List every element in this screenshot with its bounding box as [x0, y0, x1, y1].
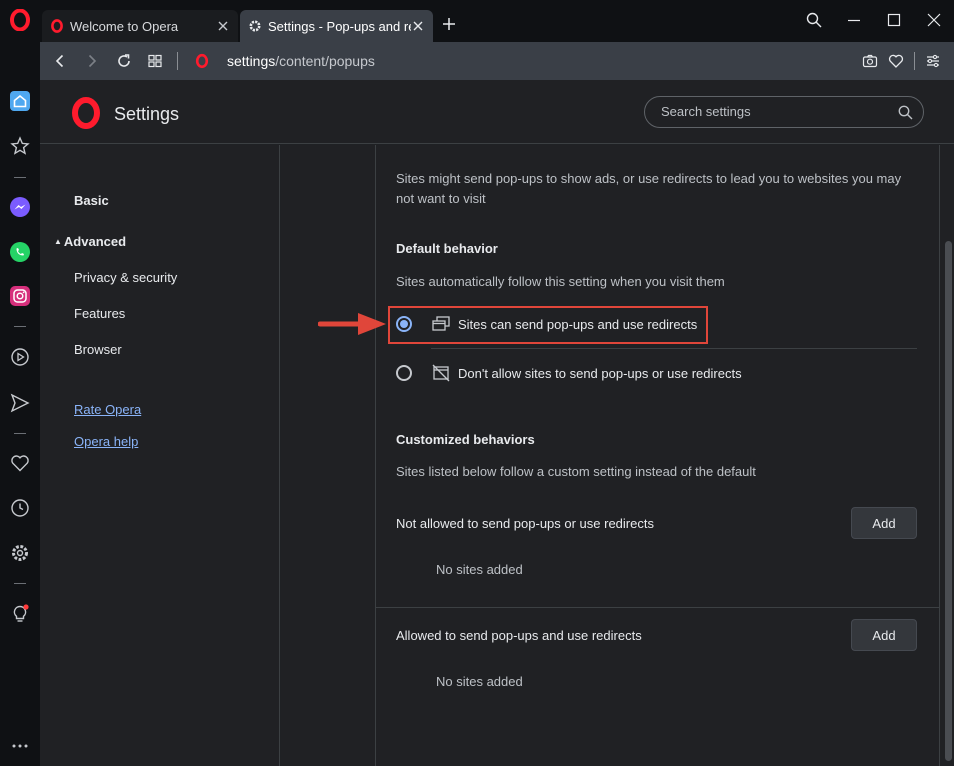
address-bar: settings/content/popups — [40, 42, 954, 80]
nav-features[interactable]: Features — [74, 306, 125, 321]
customized-behaviors-description: Sites listed below follow a custom setti… — [396, 464, 756, 479]
allowed-label: Allowed to send pop-ups and use redirect… — [396, 628, 642, 643]
popups-card — [375, 145, 940, 766]
settings-content: Sites might send pop-ups to show ads, or… — [281, 145, 954, 766]
close-tab-icon[interactable] — [216, 19, 230, 33]
tab-welcome[interactable]: Welcome to Opera — [42, 10, 238, 42]
tab-title: Welcome to Opera — [70, 18, 179, 34]
settings-nav: Basic ▲ Advanced Privacy & security Featu… — [40, 145, 280, 766]
sidebar-divider — [14, 433, 26, 434]
scrollbar-thumb[interactable] — [945, 241, 952, 761]
opera-help-link[interactable]: Opera help — [74, 434, 138, 449]
search-icon[interactable] — [898, 105, 913, 120]
lightbulb-icon[interactable] — [9, 603, 31, 625]
nav-privacy-security[interactable]: Privacy & security — [74, 270, 177, 285]
default-behavior-description: Sites automatically follow this setting … — [396, 274, 725, 289]
url-host: settings — [227, 53, 276, 69]
instagram-icon[interactable] — [9, 285, 31, 307]
snapshot-icon[interactable] — [862, 53, 878, 69]
history-clock-icon[interactable] — [9, 497, 31, 519]
add-not-allowed-button[interactable]: Add — [851, 507, 917, 539]
rate-opera-link[interactable]: Rate Opera — [74, 402, 141, 417]
settings-gear-icon[interactable] — [9, 542, 31, 564]
allowed-empty: No sites added — [436, 674, 523, 689]
bookmark-heart-icon[interactable] — [888, 53, 904, 69]
browser-sidebar — [0, 42, 40, 766]
nav-advanced-label: Advanced — [63, 234, 127, 249]
section-divider — [376, 607, 939, 608]
url-field[interactable]: settings/content/popups — [227, 53, 375, 69]
default-behavior-heading: Default behavior — [396, 241, 498, 256]
title-bar: Welcome to Opera Settings - Pop-ups and … — [0, 0, 954, 42]
search-input[interactable] — [661, 104, 881, 119]
home-icon[interactable] — [9, 90, 31, 112]
not-allowed-empty: No sites added — [436, 562, 523, 577]
send-icon[interactable] — [9, 392, 31, 414]
address-separator — [914, 52, 915, 70]
opera-site-icon[interactable] — [194, 53, 210, 69]
forward-icon[interactable] — [84, 53, 100, 69]
messenger-icon[interactable] — [9, 196, 31, 218]
opera-menu-icon[interactable] — [9, 9, 31, 31]
whatsapp-icon[interactable] — [9, 241, 31, 263]
star-icon[interactable] — [9, 135, 31, 157]
tab-title: Settings - Pop-ups and redirects — [268, 18, 411, 34]
tab-grid-icon[interactable] — [147, 53, 163, 69]
option-divider — [431, 348, 917, 349]
sidebar-divider — [14, 177, 26, 178]
add-allowed-button[interactable]: Add — [851, 619, 917, 651]
address-separator — [177, 52, 178, 70]
maximize-icon[interactable] — [886, 12, 902, 28]
popups-description: Sites might send pop-ups to show ads, or… — [396, 171, 902, 206]
not-allowed-label: Not allowed to send pop-ups or use redir… — [396, 516, 654, 531]
search-tabs-icon[interactable] — [806, 12, 822, 28]
gear-icon — [249, 20, 261, 32]
annotation-arrow-icon — [318, 313, 386, 335]
option-block-label[interactable]: Don't allow sites to send pop-ups or use… — [458, 366, 742, 381]
content-scrollbar[interactable] — [943, 145, 954, 766]
back-icon[interactable] — [52, 53, 68, 69]
close-tab-icon[interactable] — [411, 19, 425, 33]
opera-logo-icon — [72, 97, 100, 129]
reload-icon[interactable] — [116, 53, 132, 69]
url-path: /content/popups — [275, 53, 375, 69]
radio-block-popups[interactable] — [396, 365, 412, 381]
annotation-highlight-box — [388, 306, 708, 344]
customized-behaviors-heading: Customized behaviors — [396, 432, 535, 447]
sidebar-divider — [14, 326, 26, 327]
minimize-icon[interactable] — [846, 12, 862, 28]
page-title: Settings — [114, 104, 180, 124]
close-window-icon[interactable] — [926, 12, 942, 28]
nav-advanced[interactable]: ▲ Advanced — [54, 234, 126, 249]
player-icon[interactable] — [9, 346, 31, 368]
nav-basic[interactable]: Basic — [74, 193, 109, 208]
nav-browser[interactable]: Browser — [74, 342, 122, 357]
easy-setup-icon[interactable] — [925, 53, 941, 69]
sidebar-divider — [14, 583, 26, 584]
settings-header: Settings — [40, 80, 954, 144]
new-tab-icon[interactable] — [441, 16, 457, 32]
opera-favicon-icon — [51, 19, 63, 33]
more-icon[interactable] — [9, 735, 31, 757]
heart-icon[interactable] — [9, 452, 31, 474]
collapse-triangle-icon: ▲ — [54, 237, 62, 246]
search-settings-box[interactable] — [644, 96, 924, 128]
tab-settings[interactable]: Settings - Pop-ups and redirects — [240, 10, 433, 42]
popup-blocked-icon — [432, 364, 450, 382]
